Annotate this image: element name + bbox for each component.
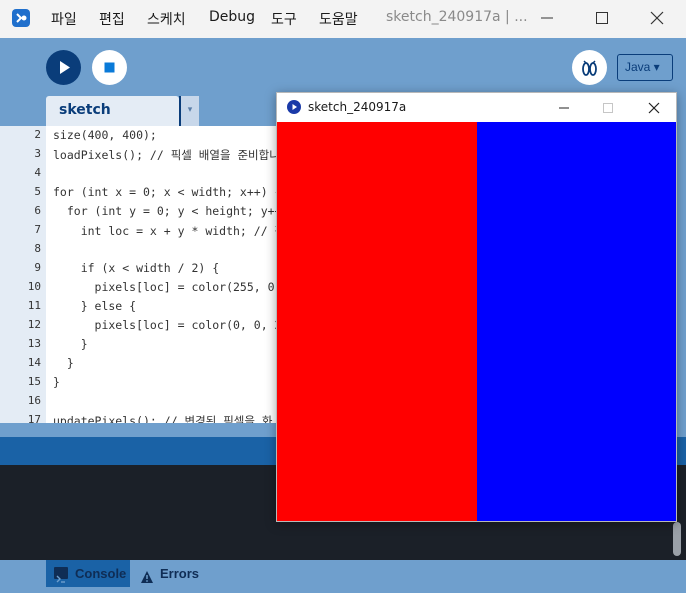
code-line: size(400, 400); [53,128,157,142]
tab-errors[interactable]: Errors [140,560,220,587]
code-line: for (int y = 0; y < height; y++) { [53,204,300,218]
stop-icon [104,62,115,73]
sketch-canvas[interactable] [277,122,676,521]
maximize-icon [603,103,613,113]
code-line: pixels[loc] = color(0, 0, 255 [53,318,296,332]
sketch-close-button[interactable] [643,97,665,119]
code-line: } [53,375,60,389]
close-icon [648,102,660,114]
line-number: 15 [27,375,41,388]
code-line: if (x < width / 2) { [53,261,220,275]
sketch-window-title: sketch_240917a [308,100,407,114]
sketch-output-window[interactable]: sketch_240917a [276,92,677,522]
close-button[interactable] [642,4,672,32]
minimize-icon [559,107,569,109]
tab-sketch[interactable]: sketch 240917a [46,96,179,146]
blue-half [477,122,676,521]
code-line: } [53,356,74,370]
menu-debug[interactable]: Debug [209,9,255,25]
stop-button[interactable] [92,50,127,85]
maximize-icon [596,12,608,24]
debug-icon [582,60,597,76]
code-line: for (int x = 0; x < width; x++) { [53,185,282,199]
code-line: } [53,337,88,351]
code-line: loadPixels(); // 픽셀 배열을 준비합니다 [53,148,291,162]
line-number: 11 [27,299,41,312]
debugger-button[interactable] [572,50,607,85]
menu-sketch[interactable]: 스케치 [147,9,186,29]
red-half [277,122,477,521]
line-number: 14 [27,356,41,369]
line-number: 12 [27,318,41,331]
line-number: 7 [34,223,41,236]
mode-selector[interactable]: Java ▾ [617,54,673,81]
window-title: sketch_240917a | ... [386,9,528,25]
sketch-app-icon [287,100,301,114]
sketch-maximize-button [597,97,619,119]
line-number: 2 [34,128,41,141]
run-button[interactable] [46,50,81,85]
line-number: 5 [34,185,41,198]
minimize-icon [541,17,553,19]
sketch-window-titlebar[interactable]: sketch_240917a [277,93,676,122]
line-number: 6 [34,204,41,217]
maximize-button[interactable] [587,4,617,32]
sketch-minimize-button[interactable] [553,97,575,119]
line-number-gutter: 2 3 4 5 6 7 8 9 10 11 12 13 14 15 16 17 [0,126,46,423]
line-number: 10 [27,280,41,293]
code-line: } else { [53,299,137,313]
minimize-button[interactable] [532,4,562,32]
bottom-tab-bar: Console Errors [0,560,686,593]
line-number: 17 [27,413,41,423]
line-number: 4 [34,166,41,179]
tab-console[interactable]: Console [46,560,130,587]
title-bar: 파일 편집 스케치 Debug 도구 도움말 sketch_240917a | … [0,0,686,38]
code-line: int loc = x + y * width; // 픽셀 [53,224,296,238]
processing-logo-icon [12,9,30,27]
menu-tools[interactable]: 도구 [271,9,297,29]
terminal-icon [54,567,68,583]
line-number: 8 [34,242,41,255]
line-number: 3 [34,147,41,160]
code-line: updatePixels(); // 변경된 픽셀을 화 [53,414,273,423]
code-line: pixels[loc] = color(255, 0, 0 [53,280,296,294]
menu-help[interactable]: 도움말 [319,9,358,29]
toolbar: Java ▾ [0,38,686,96]
code-editor[interactable]: 2 3 4 5 6 7 8 9 10 11 12 13 14 15 16 17 … [0,126,300,423]
menu-file[interactable]: 파일 [51,9,77,29]
console-scrollbar[interactable] [673,522,681,556]
tab-console-label: Console [75,566,127,581]
line-number: 13 [27,337,41,350]
tab-errors-label: Errors [160,566,200,581]
close-icon [650,11,664,25]
play-icon [60,61,70,74]
warning-icon [140,566,154,593]
line-number: 9 [34,261,41,274]
tab-dropdown-button[interactable]: ▾ [179,96,199,126]
line-number: 16 [27,394,41,407]
menu-edit[interactable]: 편집 [99,9,125,29]
